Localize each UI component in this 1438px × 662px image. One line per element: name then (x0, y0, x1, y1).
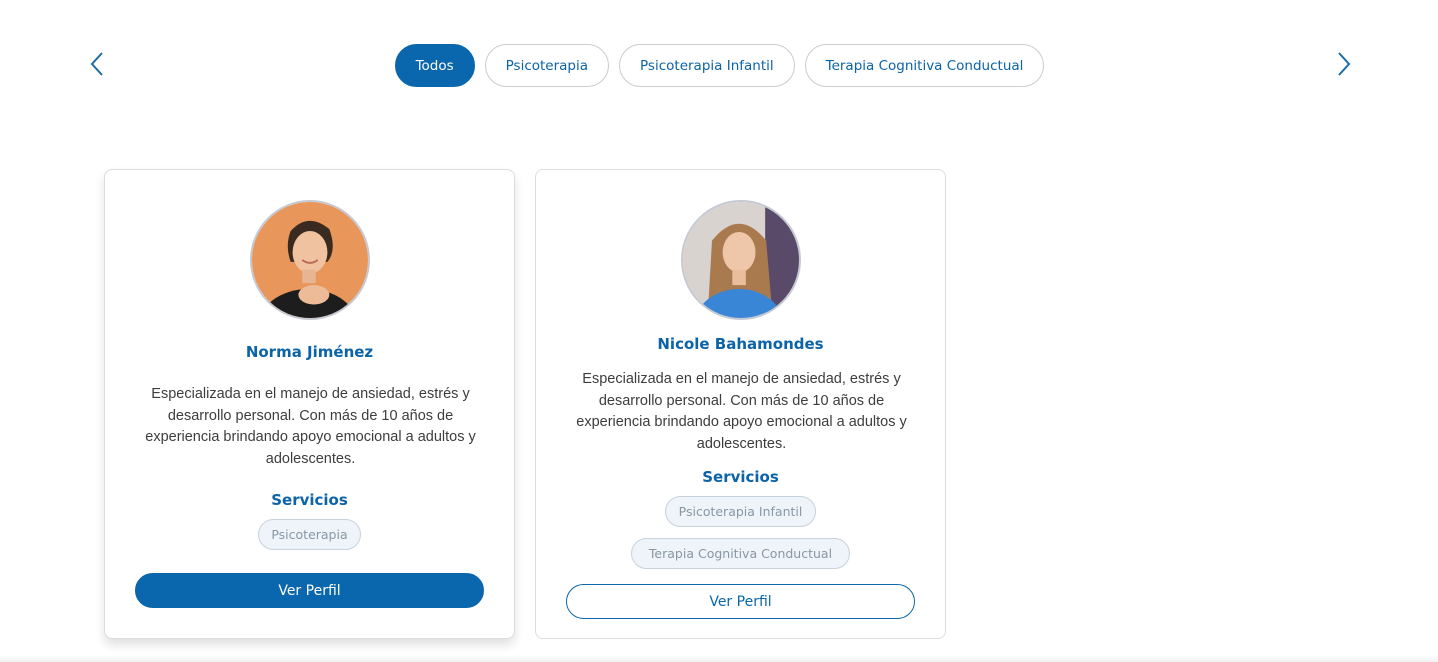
services-title: Servicios (702, 468, 779, 486)
services-title: Servicios (271, 491, 348, 509)
filter-chip-psicoterapia-infantil[interactable]: Psicoterapia Infantil (619, 44, 795, 87)
service-filter-bar: Todos Psicoterapia Psicoterapia Infantil… (0, 44, 1438, 87)
therapist-photo (252, 202, 368, 318)
therapist-photo (683, 202, 799, 318)
view-profile-button[interactable]: Ver Perfil (135, 573, 484, 608)
therapist-card: Norma Jiménez Especializada en el manejo… (104, 169, 515, 639)
therapist-name: Norma Jiménez (245, 343, 374, 361)
therapist-description: Especializada en el manejo de ansiedad, … (576, 371, 907, 452)
avatar (681, 200, 801, 320)
service-tag: Psicoterapia Infantil (665, 496, 816, 527)
filter-chip-terapia-cognitiva-conductual[interactable]: Terapia Cognitiva Conductual (804, 44, 1045, 87)
service-tag: Psicoterapia (258, 519, 361, 550)
filter-chip-todos[interactable]: Todos (394, 44, 475, 87)
service-tag: Terapia Cognitiva Conductual (631, 538, 850, 569)
therapist-description: Especializada en el manejo de ansiedad, … (145, 386, 476, 467)
therapist-card: Nicole Bahamondes Especializada en el ma… (535, 169, 946, 639)
page-divider (0, 655, 1438, 662)
therapist-name: Nicole Bahamondes (657, 335, 824, 353)
view-profile-button[interactable]: Ver Perfil (566, 584, 915, 619)
avatar (250, 200, 370, 320)
filter-chip-psicoterapia[interactable]: Psicoterapia (484, 44, 610, 87)
